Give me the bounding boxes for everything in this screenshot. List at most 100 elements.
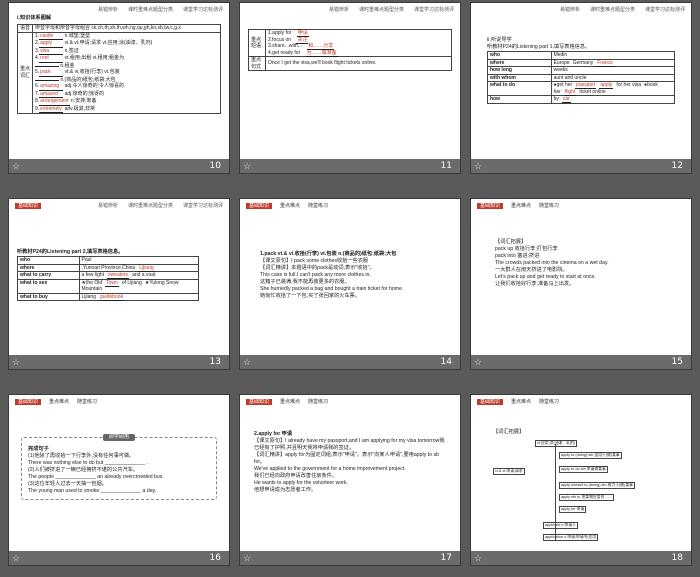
content-line: 我们已经向政府申请改善住房条件。 [254,473,338,479]
content-line: The people ______________ an already ove… [28,474,164,480]
table-row: what to carry a few light sweaters and a co… [17,271,200,280]
cell-value: Lijiang [81,293,96,300]
slide-thumbnail-12[interactable]: 易错辨析 课时重难点题型分类 课堂学习达标测评 Ⅱ.听说导学 听教材P24的List… [470,2,692,174]
table-row: who Paul [17,256,200,265]
mindmap-node: apply sth to 把某物应用到…… [559,494,614,501]
slide-thumbnail-16[interactable]: 基础知识 重点难点 随堂练习 即学即用 完成句子 (1)他除了再收拾一下行李外,没有… [8,394,230,566]
content-lines: 【课文原句】I pack some clothes收拾一些衣服 【词汇精讲】本题语… [260,258,446,300]
vocab-row: 3.visa n.签证 [35,48,218,55]
content-line: The young man used to smoke ____________… [28,488,157,494]
table-row: with whom aunt and uncle [487,73,676,82]
vocab-def: n.城堡;堡垒 [64,32,91,39]
table-row: what to see ★the Old Town of Lijiang ★Yulong… [17,278,200,294]
content-line: There was nothing else to do but _______… [28,460,148,466]
star-icon[interactable]: ☆ [243,357,251,368]
vocab-def: vt.& vi.收拾(行李) vt.包装 [64,69,120,75]
cell-value: ,Yunnan Province,China [81,264,136,271]
vocab-word: amazed [39,91,64,98]
vocab-word [35,79,59,81]
vocab-row: 7.amazed adj.惊奇的;惊讶的 [35,91,218,98]
row-key: how [487,95,552,104]
cell-value: and a coat [132,272,156,278]
phrase-answer: 和……分享 [307,43,335,50]
phrase-table: 重点短语 1.apply for 申请 2.focus on 关注 3.share..… [248,29,452,71]
content-line: 让我们收拾好行李,准备马上出发。 [495,281,575,287]
star-icon[interactable]: ☆ [12,357,20,368]
vocab-row: 8.arrangement n.安排;筹备 [35,98,218,106]
slide-thumbnail-14[interactable]: 基础知识 重点难点 随堂练习 1.pack vt.& vi.收拾(行李) vt.包装… [239,198,461,370]
cell-value: by [553,96,559,102]
mindmap-node: applicant n.申请人 [543,522,578,529]
row-key: who [487,51,552,60]
cell-value: aunt and uncle [553,74,587,81]
cell-value: for her visa [616,82,642,88]
slide-number: 10 [209,161,221,171]
vocab-word: rent [39,55,64,63]
slide-thumbnail-18[interactable]: 基础知识 重点难点 随堂练习 【词汇拓展】 vt.应用;涂(油漆、乳剂) apply … [470,394,692,566]
cell-value: passport [575,82,597,89]
cell-value: France [596,59,614,67]
table-row: what to buy Lijiang guidebook [17,292,200,301]
star-icon[interactable]: ☆ [474,161,482,172]
cell-value: a few light [81,272,105,278]
row-key: where [17,263,80,272]
mindmap-node: vi.& vt.申请;请求 [493,468,525,475]
mindmap-node: apply for 申请 [559,506,587,513]
vocab-row: 9.extremely adv.极其,非常 [35,105,218,113]
star-icon[interactable]: ☆ [12,161,20,172]
mindmap-connector [555,444,556,540]
cell-value: Lijiang [138,264,155,272]
vocab-def: vt.租用;出租 vi.租用;租金为 [64,55,125,61]
phrase-text: 3.share...with... [268,43,302,49]
vocab-word: visa [39,48,64,55]
slide-thumbnail-17[interactable]: 基础知识 重点难点 随堂练习 2.apply for 申请 【课文原句】I alre… [239,394,461,566]
content-line: (1)他除了再收拾一下行李外,没有任何事可做。 [28,453,135,459]
mindmap-node: apply oneself to (doing) sth 致力于(做)某事 [559,482,635,489]
vocab-word: castle [39,33,64,40]
slide-thumbnail-10[interactable]: 易错辨析 课时重难点题型分类 课堂学习达标测评 Ⅰ.知识体系图解 语音 辨音字母和辨音… [8,2,230,174]
phrase-answer: 申请 [296,30,309,37]
knowledge-table: 语音 辨音字母和辨音字母组合 ck,ch,th,sh,th,wh,ng,qu,gh… [17,24,221,114]
vocab-def: vi.& vt.申请;请求 vt.应用;涂(油漆、乳剂) [64,40,153,46]
slide-thumbnail-11[interactable]: 易错辨析 课时重难点题型分类 课堂学习达标测评 重点短语 1.apply for 申请… [239,2,461,174]
table-row: how by car [487,95,676,104]
vocab-row: 2.apply vi.& vt.申请;请求 vt.应用;涂(油漆、乳剂) [35,40,218,48]
mindmap-node: apply to do sth 申请做某事 [559,466,608,473]
listening-table: who Paul where ,Yunnan Province,China Lijian… [17,256,200,301]
vocab-word: extremely [39,105,64,113]
star-icon[interactable]: ☆ [12,553,20,564]
content-line: He wants to apply for the volunteer work… [254,480,348,486]
content-line: 【词汇精讲】apply for为固定词组,表示"申请"。表示"向某人申请",要用… [254,452,439,465]
content-line: Let's pack up and get ready to start at … [495,274,596,280]
slide-thumbnail-13[interactable]: 基础知识 易错辨析 课时重难点题型分类 课堂学习达标测评 听教材P24的Listen… [8,198,230,370]
vocab-row: 5.pack vt.& vi.收拾(行李) vt.包装 [35,69,218,77]
content-line: We've applied to the government for a ho… [254,466,406,472]
content-line: pack into 塞进;挤进 [495,253,540,259]
vocab-word [35,65,59,67]
slide-thumbnail-15[interactable]: 基础知识 重点难点 随堂练习 【词汇拓展】 pack up 收拾行李;打包行李 pac… [470,198,692,370]
vocab-word: arrangement [39,98,70,106]
vocab-list: 1.castle n.城堡;堡垒 2.apply vi.& vt.申请;请求 vt… [32,31,221,114]
mindmap-node: apply to (doing) sth 适用于(做)某事 [559,452,622,459]
cell-value: car [561,96,571,103]
star-icon[interactable]: ☆ [474,357,482,368]
row-key: what to do [487,81,552,96]
cell-value: Paul [81,257,92,263]
star-icon[interactable]: ☆ [243,161,251,172]
cell-value: sweaters [107,272,130,279]
phrase-text: 2.focus on [268,36,292,43]
row-key: who [17,256,80,265]
cell-value: Germany [572,59,594,66]
content-line: 一大群人在雨天挤进了电影院。 [495,267,568,273]
star-icon[interactable]: ☆ [243,553,251,564]
table-row: where ,Yunnan Province,China Lijiang [17,263,200,272]
mind-map: vt.应用;涂(油漆、乳剂) apply to (doing) sth 适用于(做… [493,436,681,546]
cell-value: Medin [553,52,568,58]
content-line: 他想申请成为志愿者工作。 [254,487,317,493]
cell-value: apply [599,82,614,89]
cell-value: Europe [553,59,570,66]
mindmap-node: vt.应用;涂(油漆、乳剂) [535,440,577,447]
vocab-def: n.(商品的)纸包;纸袋;大包 [60,76,116,83]
star-icon[interactable]: ☆ [474,553,482,564]
phrase-text: 4.get ready for [268,49,301,56]
